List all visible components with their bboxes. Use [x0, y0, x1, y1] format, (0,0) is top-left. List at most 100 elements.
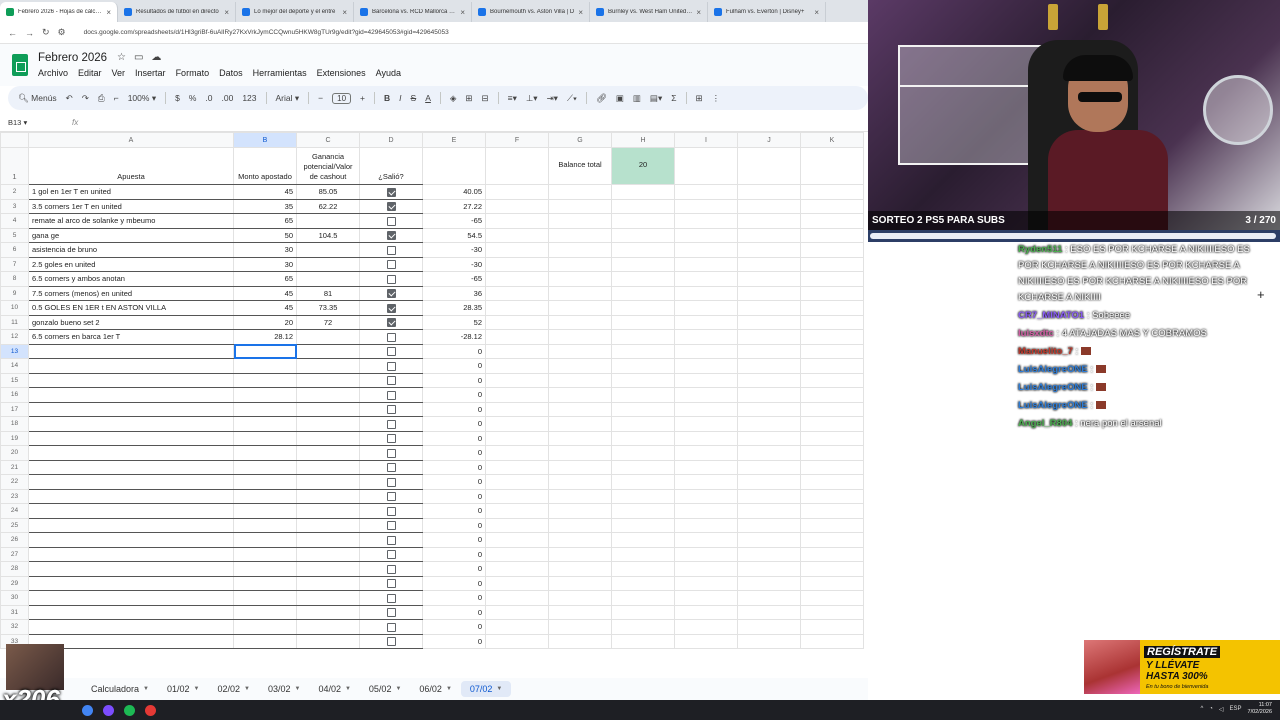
- row-number[interactable]: 2: [0, 184, 29, 200]
- chevron-down-icon[interactable]: ▼: [345, 686, 351, 692]
- cell[interactable]: [674, 459, 738, 475]
- cell[interactable]: [485, 633, 549, 649]
- cell[interactable]: [548, 474, 612, 490]
- menu-item[interactable]: Formato: [176, 68, 210, 78]
- cell-apuesta[interactable]: [28, 416, 234, 432]
- paint-format-icon[interactable]: ⌐: [114, 93, 119, 103]
- cell-ganancia[interactable]: [296, 256, 360, 272]
- cell-salio[interactable]: [359, 271, 423, 287]
- row-number[interactable]: 8: [0, 271, 29, 287]
- cell-apuesta[interactable]: 2.5 goles en united: [28, 256, 234, 272]
- cell[interactable]: [548, 387, 612, 403]
- cell[interactable]: [800, 300, 864, 316]
- obs-icon[interactable]: [145, 704, 156, 716]
- cell-resultado[interactable]: 0: [422, 387, 486, 403]
- cell-salio[interactable]: [359, 329, 423, 345]
- cell-monto[interactable]: [233, 401, 297, 417]
- cell[interactable]: [800, 532, 864, 548]
- insert-link-icon[interactable]: 🔗︎: [596, 93, 607, 104]
- cell[interactable]: [800, 147, 864, 185]
- close-icon[interactable]: ×: [696, 8, 701, 17]
- text-wrap-icon[interactable]: ⇥▾: [547, 93, 558, 104]
- cell[interactable]: [737, 184, 801, 200]
- cell-ganancia[interactable]: [296, 445, 360, 461]
- close-icon[interactable]: ×: [106, 8, 111, 17]
- cell[interactable]: [737, 517, 801, 533]
- cell-monto[interactable]: [233, 503, 297, 519]
- cell[interactable]: [737, 503, 801, 519]
- cell[interactable]: [611, 503, 675, 519]
- cell[interactable]: [485, 459, 549, 475]
- cell-resultado[interactable]: -65: [422, 213, 486, 229]
- cell-resultado[interactable]: 36: [422, 285, 486, 301]
- row-number[interactable]: 10: [0, 300, 29, 316]
- column-header[interactable]: E: [422, 132, 486, 148]
- borders-icon[interactable]: ⊞: [465, 93, 472, 104]
- checkbox[interactable]: [386, 361, 396, 371]
- cell[interactable]: [611, 314, 675, 330]
- cell-apuesta[interactable]: [28, 546, 234, 562]
- cell[interactable]: [737, 445, 801, 461]
- row-number[interactable]: 13: [0, 343, 29, 359]
- cell-salio[interactable]: [359, 300, 423, 316]
- cell[interactable]: [611, 546, 675, 562]
- cell-apuesta[interactable]: 6.5 corners en barca 1er T: [28, 329, 234, 345]
- checkbox[interactable]: [386, 448, 396, 458]
- checkbox[interactable]: [386, 579, 396, 588]
- sheet-tab[interactable]: 04/02 ▼: [309, 681, 359, 697]
- cell-resultado[interactable]: -65: [422, 271, 486, 287]
- cell[interactable]: [485, 242, 549, 258]
- cell-ganancia[interactable]: [296, 546, 360, 562]
- cell-monto[interactable]: [233, 416, 297, 432]
- row-number[interactable]: 9: [0, 285, 29, 301]
- row-number[interactable]: 6: [0, 242, 29, 258]
- cell[interactable]: [800, 184, 864, 200]
- cell[interactable]: [674, 401, 738, 417]
- cell-salio[interactable]: [359, 474, 423, 490]
- sheet-tab[interactable]: 03/02 ▼: [259, 681, 309, 697]
- checkbox[interactable]: [386, 521, 396, 530]
- site-info-icon[interactable]: ⚙: [58, 27, 66, 38]
- cell-monto[interactable]: 45: [233, 300, 297, 316]
- cell[interactable]: [800, 430, 864, 446]
- cell[interactable]: [800, 619, 864, 635]
- cell[interactable]: [800, 488, 864, 504]
- cell[interactable]: [548, 300, 612, 316]
- percent-button[interactable]: %: [189, 93, 197, 103]
- column-header[interactable]: F: [485, 132, 549, 148]
- sheet-tab[interactable]: 01/02 ▼: [158, 681, 208, 697]
- taskbar-app-icon[interactable]: [82, 704, 93, 716]
- cell[interactable]: [485, 517, 549, 533]
- cell-resultado[interactable]: 0: [422, 488, 486, 504]
- cell-monto[interactable]: [233, 561, 297, 577]
- row-number[interactable]: 17: [0, 401, 29, 417]
- cell-resultado[interactable]: 0: [422, 358, 486, 374]
- cell[interactable]: [548, 343, 612, 359]
- cell-salio[interactable]: [359, 242, 423, 258]
- cell[interactable]: [800, 633, 864, 649]
- merge-cells-icon[interactable]: ⊟: [482, 93, 489, 104]
- cell[interactable]: [485, 575, 549, 591]
- cell[interactable]: [737, 474, 801, 490]
- cell[interactable]: [800, 416, 864, 432]
- cell[interactable]: [485, 387, 549, 403]
- cell[interactable]: [548, 271, 612, 287]
- row-number[interactable]: 7: [0, 256, 29, 272]
- checkbox[interactable]: [386, 419, 396, 429]
- cell[interactable]: [485, 372, 549, 388]
- cell[interactable]: [611, 387, 675, 403]
- cell-monto[interactable]: 30: [233, 242, 297, 258]
- cell[interactable]: [737, 198, 801, 214]
- volume-icon[interactable]: ◁: [1219, 706, 1224, 713]
- cloud-status-icon[interactable]: ☁: [151, 52, 161, 63]
- cell-salio[interactable]: [359, 546, 423, 562]
- cell-apuesta[interactable]: [28, 401, 234, 417]
- cell-salio[interactable]: [359, 416, 423, 432]
- row-number[interactable]: 20: [0, 445, 29, 461]
- row-number[interactable]: 30: [0, 590, 29, 606]
- cell[interactable]: [674, 387, 738, 403]
- column-header[interactable]: D: [359, 132, 423, 148]
- cell[interactable]: [800, 343, 864, 359]
- cell[interactable]: [674, 532, 738, 548]
- currency-button[interactable]: $: [175, 93, 180, 103]
